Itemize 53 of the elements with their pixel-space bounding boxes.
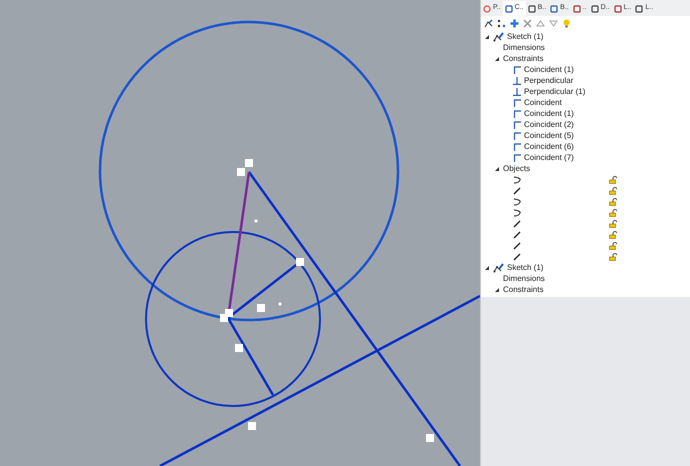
perpendicular-icon <box>513 88 521 96</box>
expand-caret-icon[interactable] <box>494 56 500 62</box>
sketch-tool-icon[interactable] <box>484 19 493 28</box>
tab-icon <box>572 4 581 12</box>
expand-caret-icon[interactable] <box>494 166 500 172</box>
arc-icon <box>513 176 521 184</box>
delete-icon[interactable] <box>523 19 532 28</box>
tree-item[interactable]: Coincident <box>524 97 562 108</box>
tree-item[interactable]: Coincident (6) <box>524 141 574 152</box>
tree-item[interactable]: Perpendicular <box>524 75 574 86</box>
perpendicular-icon <box>513 76 521 84</box>
open-padlock-icon[interactable] <box>609 252 617 260</box>
coincident-icon <box>513 66 521 74</box>
tree-item[interactable]: Perpendicular (1) <box>524 86 586 97</box>
expand-caret-icon[interactable] <box>484 34 490 40</box>
tree-item[interactable]: Coincident (1) <box>524 64 574 75</box>
tab-icon <box>614 4 622 12</box>
open-padlock-icon[interactable] <box>609 198 617 206</box>
tree-item[interactable]: Constraints <box>503 53 544 64</box>
open-padlock-icon[interactable] <box>609 230 617 238</box>
tab-icon <box>504 4 513 12</box>
tree-item[interactable]: Sketch (1) <box>507 262 544 273</box>
open-padlock-icon[interactable] <box>609 208 617 216</box>
tab-icon <box>528 4 536 12</box>
lightbulb-icon[interactable] <box>562 19 571 28</box>
tab-icon <box>483 4 491 12</box>
open-padlock-icon[interactable] <box>609 220 617 228</box>
tree-item[interactable]: Dimensions <box>503 42 545 53</box>
expand-caret-icon[interactable] <box>494 286 500 292</box>
open-padlock-icon[interactable] <box>609 242 617 250</box>
line-icon <box>513 252 521 260</box>
tree-item[interactable]: Coincident (7) <box>524 152 574 163</box>
tree-item[interactable]: Coincident (2) <box>524 119 574 130</box>
tab-icon <box>550 4 558 12</box>
tree-item[interactable]: Sketch (1) <box>507 31 544 42</box>
tab-icon <box>590 4 599 12</box>
line-icon <box>513 220 521 228</box>
tree-item[interactable]: Coincident (1) <box>524 108 574 119</box>
open-padlock-icon[interactable] <box>609 186 617 194</box>
tree-item[interactable]: Dimensions <box>503 273 545 284</box>
tree-item[interactable]: Objects <box>503 163 530 174</box>
open-padlock-icon[interactable] <box>609 176 617 184</box>
sketch-icon <box>493 262 504 272</box>
tree-item[interactable]: Coincident (5) <box>524 130 574 141</box>
tab-icon <box>635 4 644 12</box>
sketch-icon <box>493 32 504 42</box>
line-icon <box>513 242 521 250</box>
tree-item[interactable]: Constraints <box>503 284 544 295</box>
add-icon[interactable] <box>510 19 519 28</box>
line-icon <box>513 186 521 194</box>
points-tool-icon[interactable] <box>497 19 506 28</box>
line-icon <box>513 230 521 238</box>
expand-caret-icon[interactable] <box>484 264 490 270</box>
